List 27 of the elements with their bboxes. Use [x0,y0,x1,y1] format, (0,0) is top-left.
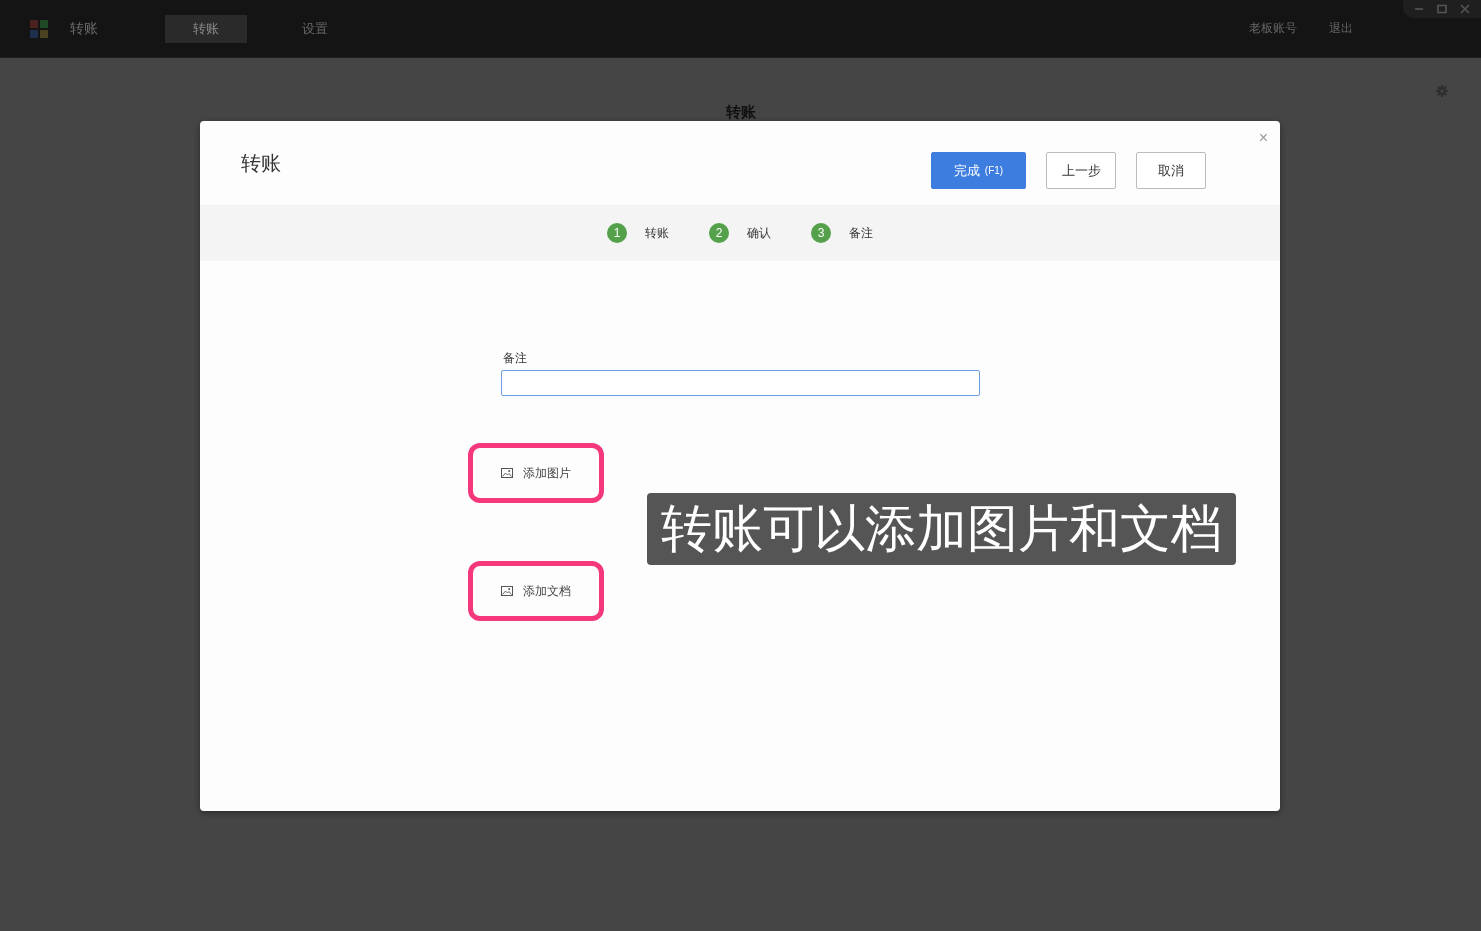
remark-field[interactable] [500,370,980,396]
image-icon [500,586,513,596]
close-button[interactable]: × [1256,129,1270,147]
account-link[interactable]: 老板账号 [1249,20,1297,37]
close-icon[interactable] [1460,4,1471,14]
nav-tab[interactable]: 转账 [165,14,247,43]
step-label: 确认 [747,224,771,242]
nav-tab[interactable]: 设置 [274,14,356,43]
tutorial-caption: 转账可以添加图片和文档 [647,493,1236,565]
app-title: 转账 [70,19,98,38]
dialog-title: 转账 [241,151,281,176]
maximize-icon[interactable] [1437,4,1447,14]
add-document-button[interactable]: 添加文档 [488,576,583,606]
gear-icon[interactable] [1436,85,1448,97]
action-button[interactable]: 上一步 [1046,152,1116,189]
image-icon [500,468,513,478]
finish-button[interactable]: 完成 (F1) [931,152,1026,189]
step-label: 转账 [645,224,669,242]
grid-logo-icon [30,19,48,38]
field-label: 备注 [501,350,528,366]
add-image-button[interactable]: 添加图片 [488,458,583,488]
step-label: 备注 [849,224,873,242]
action-button[interactable]: 取消 [1136,152,1206,189]
step-number: 3 [811,223,831,243]
logout-link[interactable]: 退出 [1329,20,1353,37]
step-number: 1 [607,223,627,243]
step-number: 2 [709,223,729,243]
